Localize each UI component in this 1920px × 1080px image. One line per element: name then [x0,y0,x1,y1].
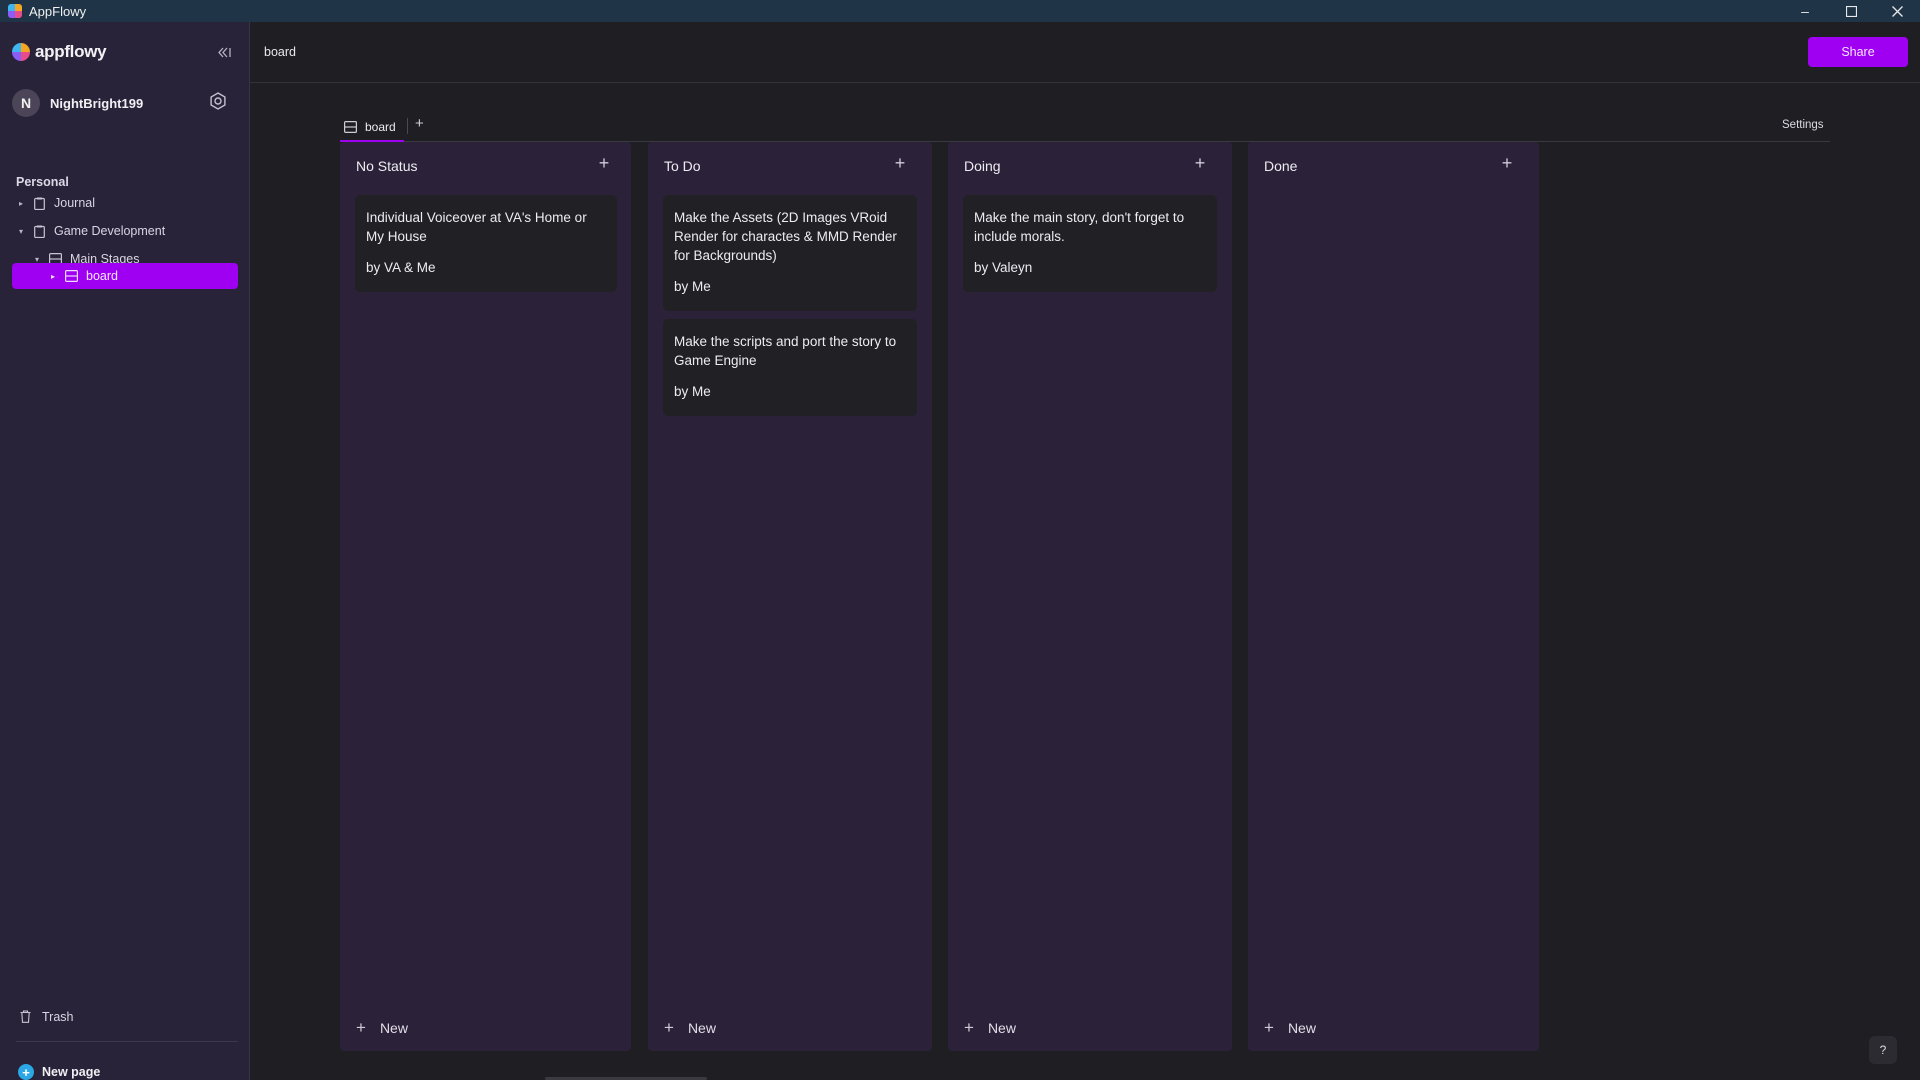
trash-icon [20,1010,32,1024]
new-page-label: New page [42,1065,101,1079]
sidebar-item-board[interactable]: ▸ board [12,263,238,289]
card-assignee: by Me [674,279,711,294]
card-title: Individual Voiceover at VA's Home or My … [366,210,587,244]
new-card-label: New [1287,1020,1316,1036]
card-title: Make the main story, don't forget to inc… [974,210,1185,244]
sidebar-item-label: Game Development [54,224,166,238]
plus-circle-icon: + [18,1064,34,1080]
board-card[interactable]: Make the main story, don't forget to inc… [963,195,1217,292]
new-card-label: New [687,1020,716,1036]
collapse-sidebar-icon[interactable] [214,42,234,62]
appflowy-logo: appflowy [12,42,107,62]
app-logo-icon [8,4,22,18]
sidebar-divider [16,1041,238,1042]
board-card[interactable]: Make the Assets (2D Images VRoid Render … [663,195,917,311]
avatar: N [12,89,40,117]
board-column-no-status: No Status + Individual Voiceover at VA's… [340,142,631,1051]
document-icon [32,224,46,238]
sidebar-item-label: Journal [54,196,95,210]
tab-label: board [365,120,396,134]
board-settings-button[interactable]: Settings [1782,119,1824,131]
plus-icon: + [964,1018,974,1037]
card-assignee: by Me [674,384,711,399]
board-column-to-do: To Do + Make the Assets (2D Images VRoid… [648,142,932,1051]
sidebar: appflowy N NightBright199 Personal ▸ Jou… [0,22,250,1080]
column-new-card-button[interactable]: + New [964,1018,1016,1038]
expand-caret-icon[interactable]: ▸ [16,199,26,208]
page-header: board Share [250,22,1920,83]
close-icon[interactable] [1874,0,1920,22]
username: NightBright199 [50,95,144,111]
document-icon [32,196,46,210]
sidebar-item-journal[interactable]: ▸ Journal [16,191,238,215]
column-add-card-icon[interactable]: + [1191,154,1209,172]
logo-text: appflowy [35,42,107,61]
new-card-label: New [379,1020,408,1036]
help-button[interactable]: ? [1869,1036,1897,1064]
collapse-caret-icon[interactable]: ▾ [16,227,26,236]
tab-divider [407,118,408,134]
column-title: Doing [964,158,1001,174]
user-profile[interactable]: N NightBright199 [12,89,143,117]
column-new-card-button[interactable]: + New [664,1018,716,1038]
appflowy-logo-icon [12,43,30,61]
board-column-doing: Doing + Make the main story, don't forge… [948,142,1232,1051]
new-card-label: New [987,1020,1016,1036]
plus-icon: + [1264,1018,1274,1037]
card-assignee: by VA & Me [366,260,436,275]
window-titlebar: AppFlowy – [0,0,1920,22]
maximize-icon[interactable] [1828,0,1874,22]
board-icon [344,120,358,134]
column-new-card-button[interactable]: + New [356,1018,408,1038]
column-new-card-button[interactable]: + New [1264,1018,1316,1038]
plus-icon: + [356,1018,366,1037]
column-title: No Status [356,158,418,174]
add-view-button[interactable]: + [415,115,424,132]
card-title: Make the Assets (2D Images VRoid Render … [674,210,897,263]
settings-gear-icon[interactable] [208,91,228,111]
sidebar-trash[interactable]: Trash [20,1010,74,1024]
column-add-card-icon[interactable]: + [595,154,613,172]
new-page-button[interactable]: + New page [18,1064,100,1080]
minimize-icon[interactable]: – [1782,0,1828,22]
breadcrumb[interactable]: board [264,45,296,59]
tab-board[interactable]: board [344,114,396,140]
sidebar-item-label: board [86,269,118,283]
card-assignee: by Valeyn [974,260,1033,275]
column-title: To Do [664,158,701,174]
section-personal[interactable]: Personal [16,175,69,189]
board-card[interactable]: Individual Voiceover at VA's Home or My … [355,195,617,292]
trash-label: Trash [42,1010,74,1024]
window-title: AppFlowy [29,3,87,19]
sidebar-item-game-development[interactable]: ▾ Game Development [16,219,238,243]
plus-icon: + [664,1018,674,1037]
column-title: Done [1264,158,1298,174]
board-column-done: Done + + New [1248,142,1539,1051]
card-title: Make the scripts and port the story to G… [674,334,897,368]
share-button[interactable]: Share [1808,37,1908,67]
column-add-card-icon[interactable]: + [891,154,909,172]
board-icon [64,269,78,283]
column-add-card-icon[interactable]: + [1498,154,1516,172]
view-tabs-bar: board + Settings [340,110,1830,142]
board-card[interactable]: Make the scripts and port the story to G… [663,319,917,416]
expand-caret-icon[interactable]: ▸ [48,272,58,281]
